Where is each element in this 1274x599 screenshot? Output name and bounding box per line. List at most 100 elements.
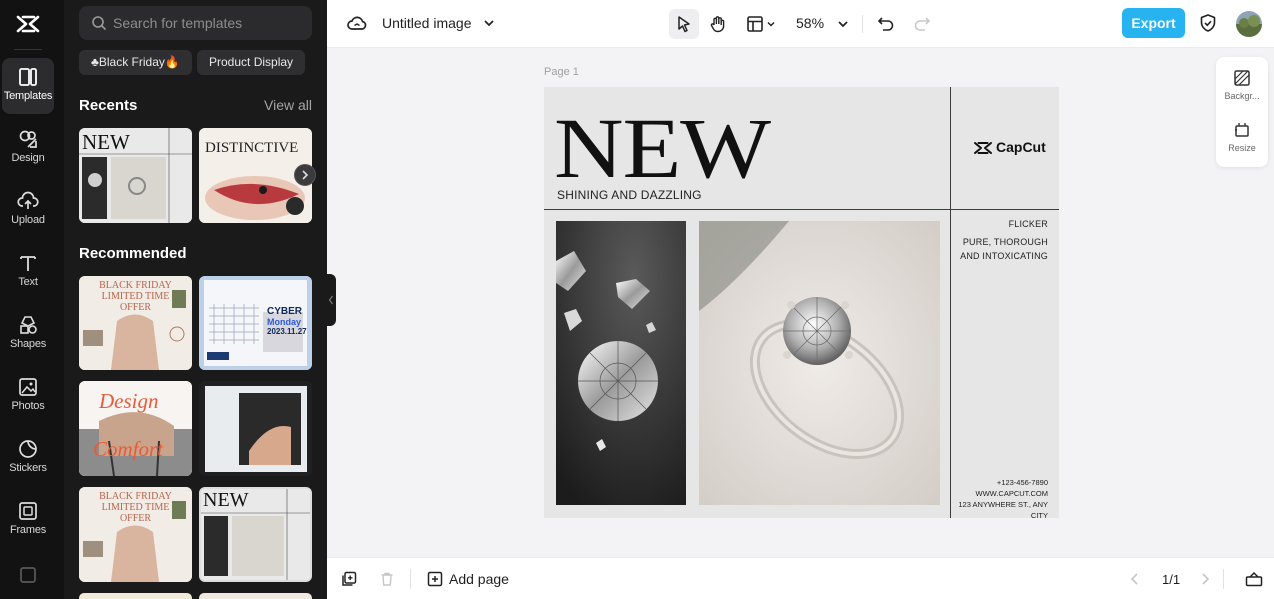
rail-item-stickers[interactable]: Stickers — [2, 430, 54, 486]
app: Templates Design Upload Text Shapes Phot… — [0, 0, 1274, 599]
design-divider-vertical — [950, 87, 951, 518]
recents-next-button[interactable] — [294, 164, 316, 186]
resize-label: Resize — [1228, 143, 1256, 153]
capcut-logo-icon — [974, 142, 992, 154]
recommended-template-black-friday[interactable]: BLACK FRIDAY LIMITED TIME OFFER — [79, 276, 192, 370]
frames-icon — [19, 502, 37, 520]
cloud-sync-icon[interactable] — [347, 14, 367, 34]
thumb-text-design: Design — [99, 389, 159, 413]
rail-item-label: Upload — [11, 214, 45, 226]
previous-page-icon[interactable] — [1128, 572, 1142, 586]
toolbar-divider — [862, 15, 863, 33]
rail-item-label: Frames — [9, 524, 47, 536]
chevron-down-icon[interactable] — [482, 16, 496, 30]
background-button[interactable]: Backgr... — [1216, 69, 1268, 101]
background-label: Backgr... — [1224, 91, 1260, 101]
recommended-template-black-friday-2[interactable]: BLACK FRIDAY LIMITED TIME OFFER — [79, 487, 192, 582]
shield-check-icon[interactable] — [1198, 13, 1218, 33]
add-page-button[interactable]: Add page — [427, 568, 509, 590]
recommended-template-cyber-monday[interactable]: CYBER Monday 2023.11.27 — [199, 276, 312, 370]
recent-template-new[interactable]: NEW — [79, 128, 192, 223]
layout-menu-button[interactable] — [740, 9, 780, 39]
trash-icon[interactable] — [379, 571, 395, 587]
design-text-flicker[interactable]: FLICKER — [950, 217, 1048, 231]
recents-title: Recents — [79, 97, 138, 114]
recommended-template-new[interactable]: NEW — [199, 487, 312, 582]
add-page-label: Add page — [449, 571, 509, 587]
design-subheadline[interactable]: SHINING AND DAZZLING — [557, 188, 702, 202]
design-page[interactable]: NEW SHINING AND DAZZLING CapCut FLICKER … — [544, 87, 1059, 518]
thumb-text-date: 2023.11.27 — [267, 327, 307, 336]
background-icon — [1234, 70, 1250, 86]
next-page-icon[interactable] — [1198, 572, 1212, 586]
search-input[interactable] — [113, 6, 303, 40]
rail-item-upload[interactable]: Upload — [2, 182, 54, 238]
page-panel-toggle-icon[interactable] — [1245, 571, 1263, 587]
ring-image — [699, 221, 940, 505]
template-search-box[interactable] — [79, 6, 312, 40]
design-headline[interactable]: NEW — [554, 105, 771, 191]
templates-icon — [19, 68, 37, 86]
design-address[interactable]: 123 ANYWHERE ST., ANY CITY — [950, 499, 1048, 518]
redo-icon[interactable] — [912, 14, 931, 33]
rail-item-label: Design — [11, 152, 45, 164]
export-button[interactable]: Export — [1122, 8, 1185, 38]
chip-product-display[interactable]: Product Display — [197, 50, 306, 75]
left-rail: Templates Design Upload Text Shapes Phot… — [0, 0, 64, 599]
thumb-headline: NEW — [203, 489, 249, 511]
design-photo-diamonds[interactable] — [556, 221, 686, 505]
rail-item-label: Templates — [3, 90, 53, 102]
design-website[interactable]: WWW.CAPCUT.COM — [950, 488, 1049, 499]
bottom-divider — [1223, 569, 1224, 589]
chip-black-friday[interactable]: ♣Black Friday🔥 — [79, 50, 192, 75]
side-tools-panel: Backgr... Resize — [1216, 57, 1268, 167]
more-apps-icon — [20, 567, 36, 583]
recommended-template-partial[interactable] — [79, 593, 192, 599]
resize-button[interactable]: Resize — [1216, 121, 1268, 153]
duplicate-page-icon[interactable] — [341, 571, 357, 587]
thumb-text: BLACK FRIDAY LIMITED TIME OFFER — [99, 280, 172, 313]
resize-icon — [1235, 123, 1249, 137]
rail-item-label: Text — [18, 276, 38, 288]
recommended-template-bracelet[interactable] — [199, 381, 312, 476]
panel-collapse-handle[interactable] — [327, 274, 336, 326]
bottom-divider — [410, 569, 411, 589]
top-bar: Untitled image 58% Export — [327, 0, 1274, 48]
rail-item-frames[interactable]: Frames — [2, 492, 54, 548]
capcut-logo-icon[interactable] — [14, 10, 42, 38]
template-preview-bracelet — [199, 381, 312, 476]
recommended-template-partial[interactable] — [199, 593, 312, 599]
avatar-image — [1236, 11, 1262, 37]
thumb-headline: DISTINCTIVE — [205, 140, 299, 156]
zoom-level[interactable]: 58% — [796, 15, 824, 31]
chevron-down-icon — [767, 21, 775, 27]
search-icon — [92, 16, 107, 31]
rail-item-shapes[interactable]: Shapes — [2, 306, 54, 362]
rail-item-templates[interactable]: Templates — [2, 58, 54, 114]
design-brand[interactable]: CapCut — [973, 139, 1053, 157]
design-phone[interactable]: +123-456-7890 — [950, 477, 1048, 488]
upload-icon — [17, 191, 39, 209]
recommended-template-design-comfort[interactable]: Design Comfort — [79, 381, 192, 476]
rail-item-photos[interactable]: Photos — [2, 368, 54, 424]
user-avatar[interactable] — [1236, 11, 1262, 37]
recommended-title: Recommended — [79, 245, 187, 262]
document-title[interactable]: Untitled image — [382, 15, 472, 31]
undo-icon[interactable] — [877, 14, 896, 33]
hand-icon — [710, 16, 725, 33]
pointer-icon — [678, 16, 690, 33]
rail-item-more[interactable] — [2, 556, 54, 599]
design-text-intoxicating[interactable]: AND INTOXICATING — [950, 249, 1048, 263]
chevron-down-icon[interactable] — [836, 17, 850, 31]
rail-item-text[interactable]: Text — [2, 244, 54, 300]
chevron-right-icon — [302, 170, 309, 180]
page-counter: 1/1 — [1162, 572, 1181, 587]
design-photo-ring[interactable] — [699, 221, 940, 505]
rail-item-design[interactable]: Design — [2, 120, 54, 176]
select-tool-button[interactable] — [669, 9, 699, 39]
rail-divider — [14, 49, 42, 50]
hand-tool-button[interactable] — [703, 9, 733, 39]
rail-item-label: Stickers — [9, 462, 47, 474]
view-all-link[interactable]: View all — [264, 97, 312, 113]
design-text-pure[interactable]: PURE, THOROUGH — [950, 235, 1048, 249]
